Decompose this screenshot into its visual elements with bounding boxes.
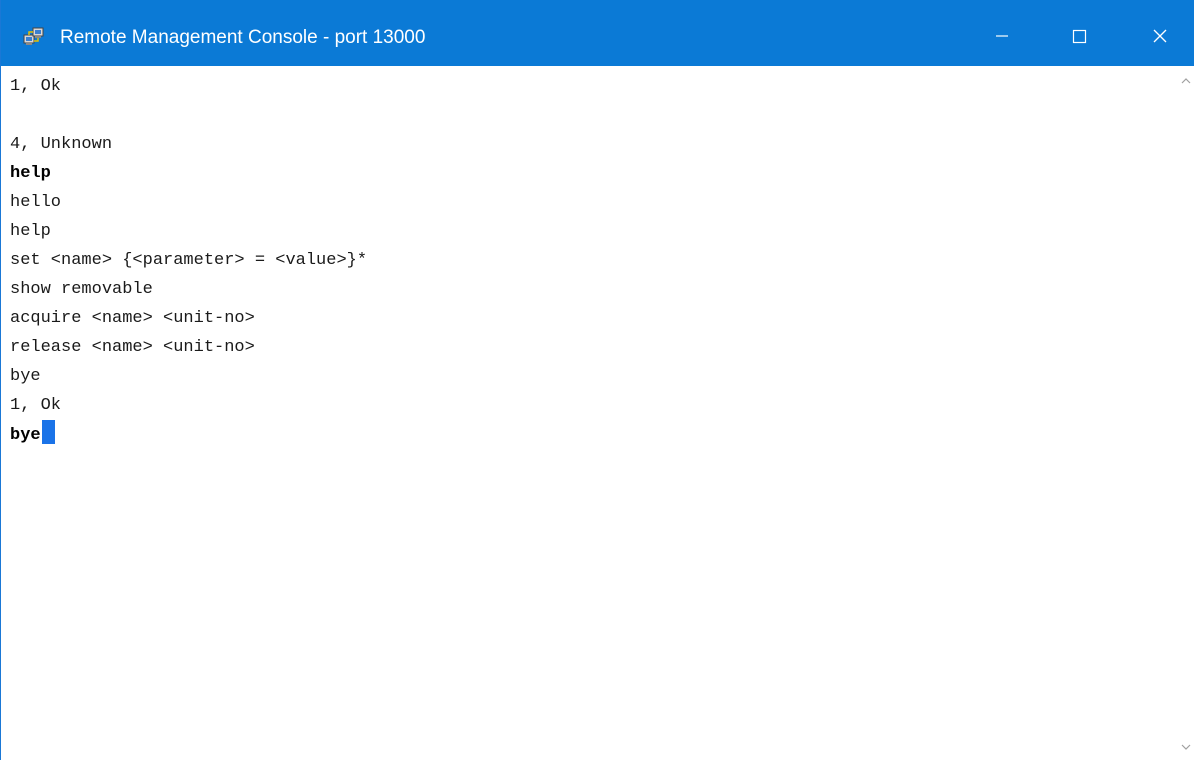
console-output[interactable]: 1, Ok 4, Unknown help hello help set <name> {… xyxy=(10,72,1170,760)
console-line: help xyxy=(10,222,51,241)
title-bar[interactable]: Remote Management Console - port 13000 xyxy=(1,0,1194,66)
console-line: set <name> {<parameter> = <value>}* xyxy=(10,251,368,270)
input-line[interactable]: bye xyxy=(10,420,1170,449)
maximize-button[interactable] xyxy=(1056,16,1102,56)
console-line: hello xyxy=(10,193,62,212)
window-title: Remote Management Console - port 13000 xyxy=(60,27,426,48)
scroll-up-arrow-icon[interactable] xyxy=(1177,72,1194,90)
input-text: bye xyxy=(10,426,41,445)
scroll-down-arrow-icon[interactable] xyxy=(1177,738,1194,756)
console-line: 1, Ok xyxy=(10,396,62,415)
minimize-button[interactable] xyxy=(978,16,1024,56)
maximize-icon xyxy=(1072,29,1087,44)
vertical-scrollbar[interactable] xyxy=(1177,66,1194,760)
console-line: help xyxy=(10,164,51,183)
console-line: show removable xyxy=(10,280,153,299)
console-window: Remote Management Console - port 13000 1… xyxy=(0,0,1194,760)
close-icon xyxy=(1153,29,1167,43)
minimize-icon xyxy=(996,35,1008,37)
text-cursor xyxy=(41,420,55,444)
console-line: release <name> <unit-no> xyxy=(10,338,255,357)
network-computers-icon[interactable] xyxy=(23,26,45,48)
console-line: 4, Unknown xyxy=(10,135,113,154)
close-button[interactable] xyxy=(1137,16,1183,56)
console-line: bye xyxy=(10,367,41,386)
console-line: 1, Ok xyxy=(10,77,62,96)
console-line: acquire <name> <unit-no> xyxy=(10,309,255,328)
